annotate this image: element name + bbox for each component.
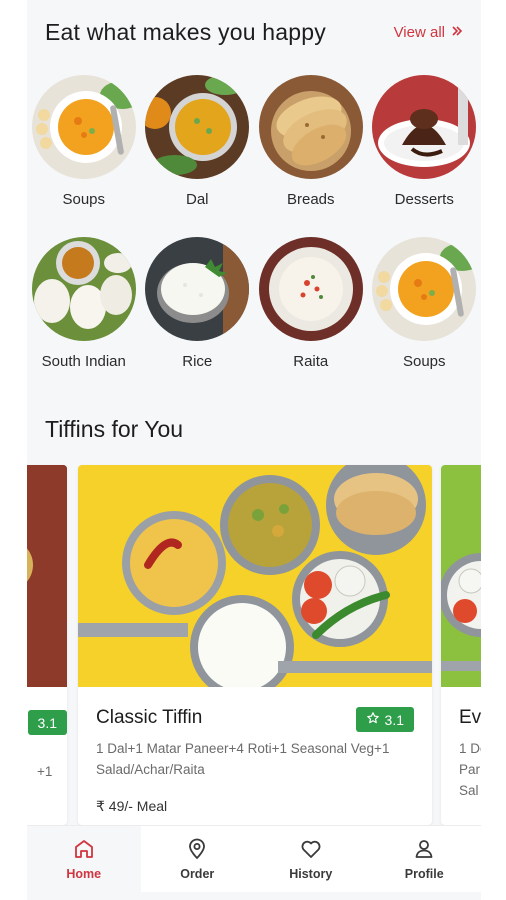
category-rice[interactable]: Rice [141,237,255,389]
nav-profile[interactable]: Profile [368,826,482,892]
person-icon [412,837,436,861]
category-label: Soups [402,353,446,370]
tiffin-card-classic[interactable]: Classic Tiffin 3.1 1 Dal+1 Matar Paneer+… [78,465,432,825]
tiffin-name: Ev [459,707,481,728]
rating-value: 3.1 [37,714,57,731]
category-label: Raita [293,353,329,370]
tiffin-name: Classic Tiffin [96,707,203,728]
category-dal[interactable]: Dal [141,75,255,227]
soup-image [372,237,477,341]
categories-header: Eat what makes you happy View all [45,12,463,52]
star-outline-icon [366,711,380,728]
category-south-indian[interactable]: South Indian [27,237,141,389]
nav-label: History [289,867,333,881]
category-desserts[interactable]: Desserts [368,75,482,227]
nav-label: Profile [404,867,444,881]
nav-home[interactable]: Home [27,826,141,892]
tiffin-card[interactable]: Ev 1 Do Par Sal [441,465,481,825]
rating-badge: 3.1 [27,710,67,735]
tiffin-description: 1 Dal+1 Matar Paneer+4 Roti+1 Seasonal V… [96,741,390,777]
view-all-label: View all [393,23,445,41]
tiffin-photo [441,465,481,687]
rating-badge: 3.1 [355,707,414,732]
category-soups[interactable]: Soups [368,237,482,389]
bottom-nav: Home Order History Profile [27,825,481,892]
breads-image [258,75,363,179]
category-grid: Soups Dal Breads Desserts South Indian R… [27,75,481,389]
category-label: Rice [182,353,213,370]
tiffins-title: Tiffins for You [45,416,184,442]
app-screen: Eat what makes you happy View all Soups … [27,0,481,900]
heart-icon [299,837,323,861]
categories-title: Eat what makes you happy [45,18,326,45]
tiffin-desc-line: 1 Do [459,741,481,756]
tiffin-description: +1 [37,764,53,779]
category-raita[interactable]: Raita [254,237,368,389]
tiffin-description: 1 Do Par Sal [459,738,481,801]
nav-label: Order [180,867,215,881]
dal-image [145,75,250,179]
category-label: Soups [62,191,106,208]
tiffin-price: ₹ 49/- Meal [96,798,168,814]
desserts-image [372,75,477,179]
category-soups[interactable]: Soups [27,75,141,227]
tiffin-card[interactable]: 3.1 +1 [27,465,67,825]
category-breads[interactable]: Breads [254,75,368,227]
double-chevron-right-icon [451,24,463,41]
tiffin-desc-line: Sal [459,783,479,798]
tiffin-desc-line: Par [459,762,481,777]
home-icon [72,837,96,861]
nav-history[interactable]: History [254,826,368,892]
nav-order[interactable]: Order [141,826,255,892]
rating-value: 3.1 [384,711,404,728]
rice-image [145,237,250,341]
tiffin-photo [27,465,67,687]
category-label: South Indian [41,353,126,370]
raita-image [258,237,363,341]
nav-label: Home [66,867,102,881]
category-label: Desserts [394,191,454,208]
soup-image [31,75,136,179]
view-all-link[interactable]: View all [394,24,463,41]
category-label: Breads [286,191,335,208]
tiffin-photo [78,465,432,687]
tiffin-carousel[interactable]: 3.1 +1 Classic Tiffin 3.1 1 Dal+1 Matar … [27,465,481,825]
category-label: Dal [185,191,209,208]
south-indian-image [31,237,136,341]
location-pin-icon [185,837,209,861]
